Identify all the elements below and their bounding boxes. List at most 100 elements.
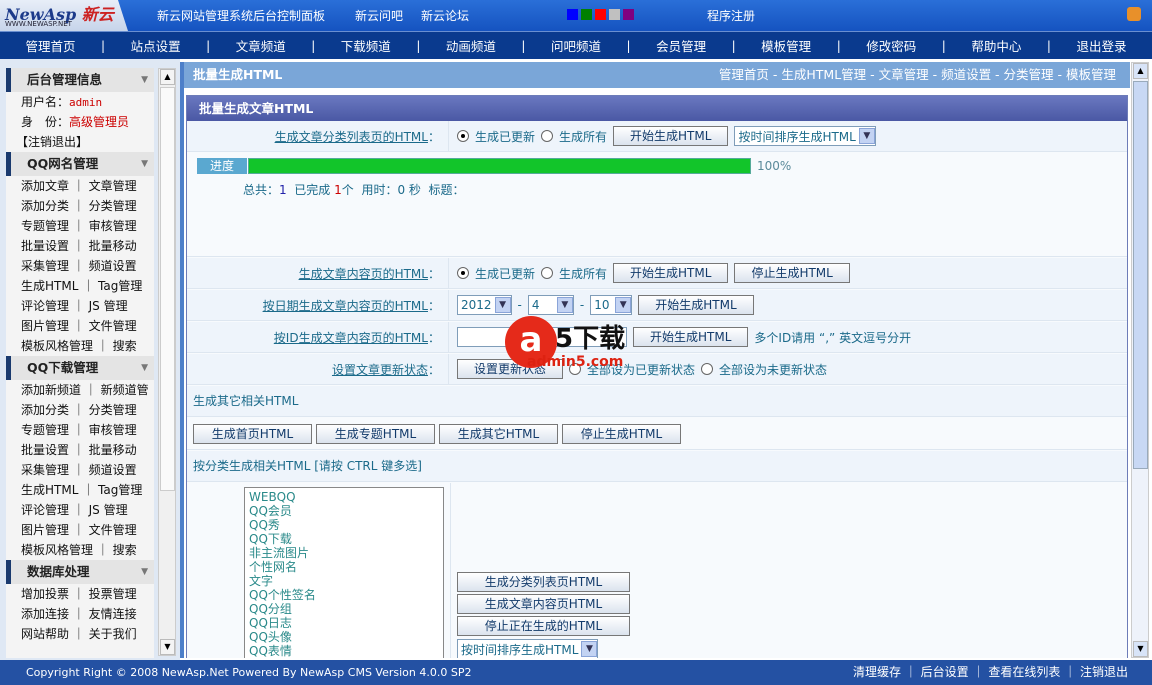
register-link[interactable]: 程序注册: [707, 7, 755, 24]
sidebar-item[interactable]: 评论管理 ｜ JS 管理: [6, 296, 154, 316]
category-option[interactable]: QQ秀: [249, 518, 439, 532]
nav-flash[interactable]: 动画频道: [420, 36, 521, 55]
footer-settings[interactable]: 后台设置: [921, 665, 969, 679]
main-content: 批量生成HTML 管理首页 - 生成HTML管理 - 文章管理 - 频道设置 - …: [180, 62, 1130, 658]
sidebar-item[interactable]: 添加连接 ｜ 友情连接: [6, 604, 154, 624]
progress-bar: [248, 158, 751, 174]
theme-swatch-blue[interactable]: [567, 9, 578, 20]
theme-swatch-purple[interactable]: [623, 9, 634, 20]
nav-download[interactable]: 下载频道: [315, 36, 416, 55]
scroll-down-icon: ▼: [1133, 641, 1148, 657]
nav-templates[interactable]: 模板管理: [736, 36, 837, 55]
footer-clear-cache[interactable]: 清理缓存: [853, 665, 901, 679]
stop-generate-button[interactable]: 停止生成HTML: [562, 423, 681, 444]
sidebar-item[interactable]: 专题管理 ｜ 审核管理: [6, 216, 154, 236]
category-option[interactable]: QQ头像: [249, 630, 439, 644]
footer-online-list[interactable]: 查看在线列表: [988, 665, 1060, 679]
sidebar-item[interactable]: 添加新频道 ｜ 新频道管: [6, 380, 154, 400]
sidebar-item[interactable]: 模板风格管理 ｜ 搜索: [6, 336, 154, 356]
generate-other-button[interactable]: 生成其它HTML: [439, 423, 558, 444]
category-option[interactable]: QQ分组: [249, 602, 439, 616]
theme-swatch-silver[interactable]: [609, 9, 620, 20]
sidebar-item[interactable]: 批量设置 ｜ 批量移动: [6, 440, 154, 460]
nav-members[interactable]: 会员管理: [631, 36, 732, 55]
scroll-up-icon: ▲: [160, 69, 175, 85]
start-generate-button[interactable]: 开始生成HTML: [633, 327, 749, 347]
home-icon[interactable]: [1127, 7, 1141, 21]
label-link[interactable]: 生成文章分类列表页的HTML: [275, 128, 428, 145]
category-option[interactable]: QQ个性签名: [249, 588, 439, 602]
sidebar-item[interactable]: 图片管理 ｜ 文件管理: [6, 520, 154, 540]
start-generate-button[interactable]: 开始生成HTML: [613, 263, 729, 283]
category-option[interactable]: QQ下载: [249, 532, 439, 546]
category-option[interactable]: 文字: [249, 574, 439, 588]
category-listbox[interactable]: WEBQQ QQ会员 QQ秀 QQ下载 非主流图片 个性网名 文字 QQ个性签名 QQ分组 QQ日…: [244, 487, 444, 658]
row-category-list: 生成文章分类列表页的HTML： 生成已更新 生成所有 开始生成HTML 按时间排序…: [187, 121, 1127, 152]
sidebar-item[interactable]: 图片管理 ｜ 文件管理: [6, 316, 154, 336]
sidebar-item[interactable]: 专题管理 ｜ 审核管理: [6, 420, 154, 440]
sidebar-logout[interactable]: 【注销退出】: [6, 132, 154, 152]
link-forum[interactable]: 新云论坛: [421, 7, 469, 24]
sidebar-item[interactable]: 批量设置 ｜ 批量移动: [6, 236, 154, 256]
sidebar-scrollbar[interactable]: ▲ ▼: [158, 68, 176, 656]
footer-logout[interactable]: 注销退出: [1080, 665, 1128, 679]
generate-home-button[interactable]: 生成首页HTML: [193, 423, 312, 444]
nav-site-settings[interactable]: 站点设置: [105, 36, 206, 55]
sidebar-item[interactable]: 网站帮助 ｜ 关于我们: [6, 624, 154, 644]
radio-updated[interactable]: [457, 130, 469, 142]
category-option[interactable]: 非主流图片: [249, 546, 439, 560]
main-scrollbar[interactable]: ▲ ▼: [1131, 62, 1149, 658]
nav-password[interactable]: 修改密码: [841, 36, 942, 55]
sort-select[interactable]: 按时间排序生成HTML ▼: [457, 639, 599, 658]
month-select[interactable]: 4 ▼: [527, 295, 574, 315]
stop-generating-button[interactable]: 停止正在生成的HTML: [457, 616, 630, 636]
radio-all[interactable]: [541, 130, 554, 142]
logo: NewAsp 新云 WWW.NEWASP.NET: [0, 0, 128, 31]
category-option[interactable]: WEBQQ: [249, 490, 439, 504]
sidebar-section-header[interactable]: 数据库处理 ▼: [6, 560, 154, 584]
sidebar-item[interactable]: 模板风格管理 ｜ 搜索: [6, 540, 154, 560]
category-option[interactable]: 个性网名: [249, 560, 439, 574]
sidebar-section-header[interactable]: QQ网名管理 ▼: [6, 152, 154, 176]
scroll-thumb: [160, 87, 175, 491]
year-select[interactable]: 2012 ▼: [457, 295, 512, 315]
sort-select[interactable]: 按时间排序生成HTML ▼: [734, 126, 876, 146]
generate-category-list-button[interactable]: 生成分类列表页HTML: [457, 572, 630, 592]
start-generate-button[interactable]: 开始生成HTML: [613, 126, 729, 146]
generate-content-pages-button[interactable]: 生成文章内容页HTML: [457, 594, 630, 614]
row-by-date: 按日期生成文章内容页的HTML： 2012 ▼ -4 ▼ -10 ▼ 开始生成HTML: [187, 290, 1127, 321]
nav-logout[interactable]: 退出登录: [1051, 36, 1152, 55]
theme-swatch-green[interactable]: [581, 9, 592, 20]
generate-topic-button[interactable]: 生成专题HTML: [316, 423, 435, 444]
sidebar-item[interactable]: 生成HTML ｜ Tag管理: [6, 276, 154, 296]
sidebar-item[interactable]: 采集管理 ｜ 频道设置: [6, 460, 154, 480]
other-buttons: 生成首页HTML 生成专题HTML 生成其它HTML 停止生成HTML: [187, 418, 1127, 450]
day-select[interactable]: 10 ▼: [590, 295, 633, 315]
sidebar-item[interactable]: 评论管理 ｜ JS 管理: [6, 500, 154, 520]
radio-all[interactable]: [541, 267, 554, 279]
radio-updated[interactable]: [457, 267, 469, 279]
sidebar-header-info[interactable]: 后台管理信息 ▼: [6, 68, 154, 92]
sidebar-item[interactable]: 采集管理 ｜ 频道设置: [6, 256, 154, 276]
theme-swatch-red[interactable]: [595, 9, 606, 20]
nav-article[interactable]: 文章频道: [210, 36, 311, 55]
link-wenba[interactable]: 新云问吧: [355, 7, 403, 24]
sidebar-item[interactable]: 生成HTML ｜ Tag管理: [6, 480, 154, 500]
start-generate-button[interactable]: 开始生成HTML: [638, 295, 754, 315]
chevron-down-icon: ▼: [581, 641, 598, 657]
nav-help[interactable]: 帮助中心: [946, 36, 1047, 55]
sidebar-section-header[interactable]: QQ下载管理 ▼: [6, 356, 154, 380]
sidebar-item[interactable]: 添加分类 ｜ 分类管理: [6, 400, 154, 420]
nav-wenba[interactable]: 问吧频道: [525, 36, 626, 55]
sidebar-item[interactable]: 添加文章 ｜ 文章管理: [6, 176, 154, 196]
category-option[interactable]: QQ日志: [249, 616, 439, 630]
category-option[interactable]: QQ表情: [249, 644, 439, 658]
stop-generate-button[interactable]: 停止生成HTML: [734, 263, 850, 283]
breadcrumb[interactable]: 管理首页 - 生成HTML管理 - 文章管理 - 频道设置 - 分类管理 - 模…: [719, 62, 1116, 88]
category-title: 按分类生成相关HTML [请按 CTRL 键多选]: [187, 451, 1127, 482]
sidebar-item[interactable]: 增加投票 ｜ 投票管理: [6, 584, 154, 604]
radio-all-not-updated[interactable]: [701, 363, 714, 375]
nav-home[interactable]: 管理首页: [0, 36, 101, 55]
category-option[interactable]: QQ会员: [249, 504, 439, 518]
sidebar-item[interactable]: 添加分类 ｜ 分类管理: [6, 196, 154, 216]
